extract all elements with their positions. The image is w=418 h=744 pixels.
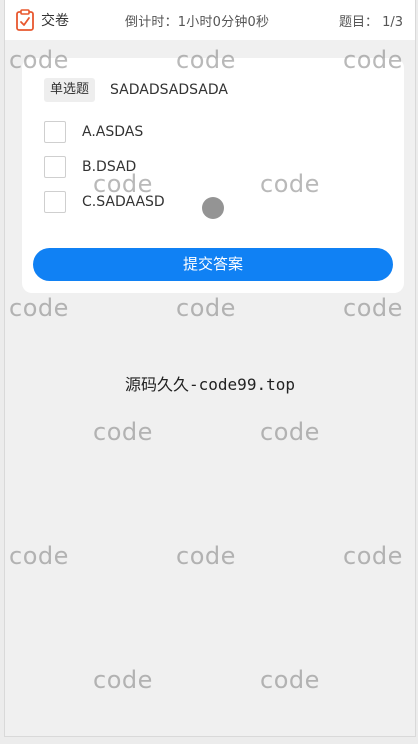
option-a-checkbox[interactable] [44,121,66,143]
exam-app: 交卷 倒计时：1小时0分钟0秒 题目： 1/3 单选题 SADADSADSADA… [4,0,416,737]
submit-exam-button[interactable]: 交卷 [15,8,69,32]
watermark: code [343,542,403,570]
watermark: code [260,666,320,694]
watermark: code [343,294,403,322]
watermark: code [176,294,236,322]
submit-exam-label: 交卷 [41,13,69,29]
watermark: code [93,418,153,446]
watermark: code [9,294,69,322]
question-type-badge: 单选题 [44,78,96,102]
question-text: SADADSADSADA [110,82,228,98]
option-b-checkbox[interactable] [44,156,66,178]
question-card: 单选题 SADADSADSADA A.ASDAS B.DSAD C.SADAAS… [22,58,404,293]
top-bar: 交卷 倒计时：1小时0分钟0秒 题目： 1/3 [5,0,415,40]
clipboard-icon [15,9,35,31]
watermark: code [260,418,320,446]
option-a-label: A.ASDAS [82,124,144,140]
option-c-checkbox[interactable] [44,191,66,213]
option-b-label: B.DSAD [82,159,137,175]
watermark: code [9,542,69,570]
source-watermark-text: 源码久久-code99.top [125,375,295,394]
touch-cursor-dot [202,197,224,219]
option-a[interactable]: A.ASDAS [44,119,143,145]
option-c-label: C.SADAASD [82,194,165,210]
submit-answer-button[interactable]: 提交答案 [33,248,393,281]
option-b[interactable]: B.DSAD [44,154,136,180]
option-c[interactable]: C.SADAASD [44,189,165,215]
question-progress: 题目： 1/3 [339,15,404,30]
watermark: code [93,666,153,694]
watermark: code [176,542,236,570]
countdown-timer: 倒计时：1小时0分钟0秒 [125,15,270,30]
